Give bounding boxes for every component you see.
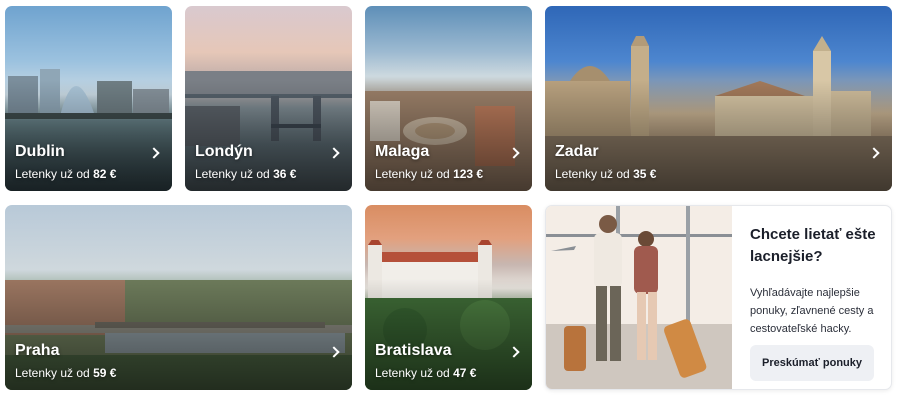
- explore-offers-button[interactable]: Preskúmať ponuky: [750, 345, 874, 381]
- promo-card: Chcete lietať ešte lacnejšie? Vyhľadávaj…: [545, 205, 892, 390]
- destination-price: Letenky už od 123 €: [375, 167, 484, 181]
- destination-city: Malaga: [375, 143, 430, 160]
- travelers-photo: [546, 206, 732, 389]
- destination-city: Praha: [15, 342, 60, 359]
- destination-price: Letenky už od 47 €: [375, 366, 477, 380]
- promo-title: Chcete lietať ešte lacnejšie?: [750, 226, 876, 265]
- destination-city: Londýn: [195, 143, 253, 160]
- destination-card-dublin[interactable]: Dublin Letenky už od 82 €: [5, 6, 172, 191]
- destination-price: Letenky už od 59 €: [15, 366, 117, 380]
- destination-city: Bratislava: [375, 342, 452, 359]
- price-value: 59 €: [93, 366, 117, 380]
- price-value: 36 €: [273, 167, 297, 181]
- destination-card-londyn[interactable]: Londýn Letenky už od 36 €: [185, 6, 352, 191]
- destination-city: Dublin: [15, 143, 65, 160]
- price-value: 82 €: [93, 167, 117, 181]
- destination-card-malaga[interactable]: Malaga Letenky už od 123 €: [365, 6, 532, 191]
- price-value: 47 €: [453, 366, 477, 380]
- airport-travelers-illustration: [546, 206, 732, 389]
- promo-description: Vyhľadávajte najlepšie ponuky, zľavnené …: [750, 287, 874, 335]
- destination-price: Letenky už od 82 €: [15, 167, 117, 181]
- price-value: 123 €: [453, 167, 484, 181]
- destination-card-bratislava[interactable]: Bratislava Letenky už od 47 €: [365, 205, 532, 390]
- price-value: 35 €: [633, 167, 657, 181]
- destination-card-praha[interactable]: Praha Letenky už od 59 €: [5, 205, 352, 390]
- destination-card-zadar[interactable]: Zadar Letenky už od 35 €: [545, 6, 892, 191]
- destination-city: Zadar: [555, 143, 599, 160]
- destination-price: Letenky už od 36 €: [195, 167, 297, 181]
- destination-price: Letenky už od 35 €: [555, 167, 657, 181]
